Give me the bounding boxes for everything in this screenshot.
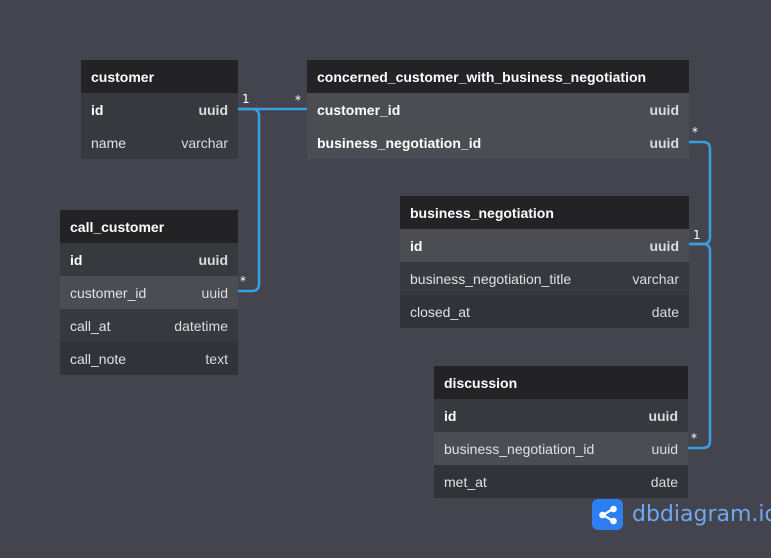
column-type: varchar [181, 134, 228, 151]
table-column-id[interactable]: id uuid [434, 399, 688, 432]
table-column-customer-id[interactable]: customer_id uuid [307, 93, 689, 126]
table-header[interactable]: customer [81, 60, 238, 93]
table-column-customer-id[interactable]: customer_id uuid [60, 276, 238, 309]
table-column-id[interactable]: id uuid [60, 243, 238, 276]
table-column-id[interactable]: id uuid [400, 229, 689, 262]
column-type: varchar [632, 270, 679, 287]
column-type: date [651, 303, 679, 320]
table-customer[interactable]: customer id uuid name varchar [81, 60, 238, 159]
cardinality-many-discussion: * [691, 431, 697, 445]
table-column-business-negotiation-title[interactable]: business_negotiation_title varchar [400, 262, 689, 295]
table-column-call-note[interactable]: call_note text [60, 342, 238, 375]
column-name: id [444, 407, 457, 424]
table-discussion[interactable]: discussion id uuid business_negotiation_… [434, 366, 688, 498]
cardinality-one-negotiation: 1 [693, 228, 701, 242]
table-header[interactable]: concerned_customer_with_business_negotia… [307, 60, 689, 93]
cardinality-many-call-customer: * [240, 274, 246, 288]
cardinality-many-concerned-negotiation: * [692, 125, 698, 139]
table-call-customer[interactable]: call_customer id uuid customer_id uuid c… [60, 210, 238, 375]
column-name: business_negotiation_id [444, 440, 595, 457]
column-type: date [650, 473, 678, 490]
relation-customer-call-customer [236, 107, 261, 293]
column-name: closed_at [410, 303, 470, 320]
column-name: customer_id [317, 101, 401, 118]
column-name: name [91, 134, 127, 151]
table-column-met-at[interactable]: met_at date [434, 465, 688, 498]
cardinality-one-customer: 1 [242, 92, 250, 106]
table-column-id[interactable]: id uuid [81, 93, 238, 126]
cardinality-many-concerned: * [295, 93, 301, 107]
table-header[interactable]: call_customer [60, 210, 238, 243]
table-column-closed-at[interactable]: closed_at date [400, 295, 689, 328]
column-name: call_note [70, 350, 127, 367]
column-name: id [70, 251, 83, 268]
column-type: uuid [651, 440, 678, 457]
share-network-icon [592, 499, 623, 530]
column-type: datetime [174, 317, 228, 334]
table-column-call-at[interactable]: call_at datetime [60, 309, 238, 342]
column-name: business_negotiation_id [317, 134, 482, 151]
column-type: uuid [198, 101, 228, 118]
table-header[interactable]: business_negotiation [400, 196, 689, 229]
column-type: uuid [649, 134, 679, 151]
table-column-business-negotiation-id[interactable]: business_negotiation_id uuid [307, 126, 689, 159]
column-name: id [91, 101, 104, 118]
table-column-business-negotiation-id[interactable]: business_negotiation_id uuid [434, 432, 688, 465]
column-type: text [205, 350, 228, 367]
brand-logo[interactable]: dbdiagram.io [592, 499, 771, 530]
brand-name: dbdiagram.io [632, 502, 771, 527]
column-type: uuid [648, 407, 678, 424]
column-type: uuid [198, 251, 228, 268]
column-name: id [410, 237, 423, 254]
column-name: met_at [444, 473, 487, 490]
table-concerned-customer-with-business-negotiation[interactable]: concerned_customer_with_business_negotia… [307, 60, 689, 159]
column-type: uuid [649, 101, 679, 118]
table-header[interactable]: discussion [434, 366, 688, 399]
column-type: uuid [649, 237, 679, 254]
column-name: business_negotiation_title [410, 270, 572, 287]
column-name: customer_id [70, 284, 147, 301]
table-business-negotiation[interactable]: business_negotiation id uuid business_ne… [400, 196, 689, 328]
column-type: uuid [201, 284, 228, 301]
table-column-name[interactable]: name varchar [81, 126, 238, 159]
relation-negotiation-discussion [687, 242, 712, 450]
column-name: call_at [70, 317, 111, 334]
